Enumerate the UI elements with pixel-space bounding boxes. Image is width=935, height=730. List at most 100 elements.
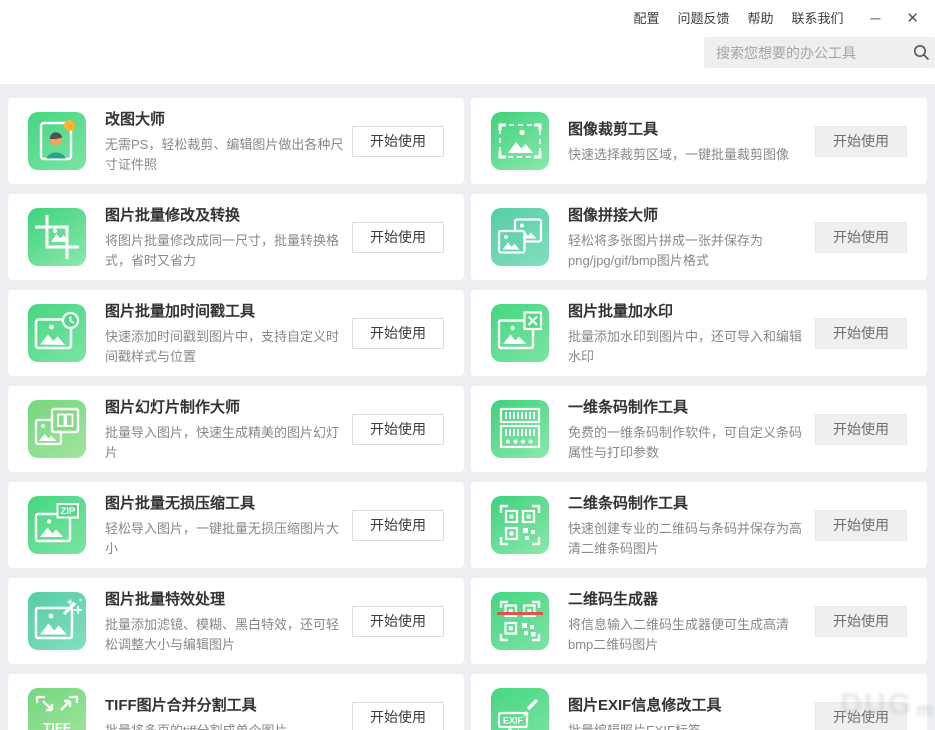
tool-title: 图像拼接大师 xyxy=(568,204,807,225)
tool-card: 图像裁剪工具 快速选择裁剪区域，一键批量裁剪图像 开始使用 xyxy=(471,98,927,184)
tool-card: 二维码生成器 将信息输入二维码生成器便可生成高清bmp二维码图片 开始使用 xyxy=(471,578,927,664)
start-button[interactable]: 开始使用 xyxy=(815,318,907,349)
minimize-button[interactable]: ─ xyxy=(861,6,891,30)
svg-text:EXIF: EXIF xyxy=(503,716,524,726)
tool-desc: 轻松导入图片，一键批量无损压缩图片大小 xyxy=(105,519,344,559)
tool-info: 图片批量加水印 批量添加水印到图片中，还可导入和编辑水印 xyxy=(568,300,807,367)
tool-desc: 无需PS，轻松裁剪、编辑图片做出各种尺寸证件照 xyxy=(105,135,344,175)
menu-item-config[interactable]: 配置 xyxy=(624,3,668,32)
tool-title: 图片EXIF信息修改工具 xyxy=(568,694,807,715)
tool-info: 图像拼接大师 轻松将多张图片拼成一张并保存为png/jpg/gif/bmp图片格… xyxy=(568,204,807,271)
slideshow-icon xyxy=(28,400,86,458)
start-button[interactable]: 开始使用 xyxy=(815,222,907,253)
tool-title: 图片批量加水印 xyxy=(568,300,807,321)
zip-compress-icon: ZIP xyxy=(28,496,86,554)
start-button[interactable]: 开始使用 xyxy=(815,702,907,730)
tool-title: 图片幻灯片制作大师 xyxy=(105,396,344,417)
start-button[interactable]: 开始使用 xyxy=(352,318,444,349)
tool-card: ZIP 图片批量无损压缩工具 轻松导入图片，一键批量无损压缩图片大小 开始使用 xyxy=(8,482,464,568)
tools-grid: 改图大师 无需PS，轻松裁剪、编辑图片做出各种尺寸证件照 开始使用 图像裁剪工具… xyxy=(8,98,927,730)
tool-card: TIFF TIFF图片合并分割工具 批量将多页的tiff分割成单个图片 开始使用 xyxy=(8,674,464,730)
barcode-icon xyxy=(491,400,549,458)
tool-info: TIFF图片合并分割工具 批量将多页的tiff分割成单个图片 xyxy=(105,694,344,730)
tool-desc: 快速创建专业的二维码与条码并保存为高清二维条码图片 xyxy=(568,519,807,559)
close-button[interactable]: ✕ xyxy=(896,5,929,31)
tool-title: 图片批量修改及转换 xyxy=(105,204,344,225)
exif-edit-icon: EXIF xyxy=(491,688,549,730)
tool-card: 图片批量特效处理 批量添加滤镜、模糊、黑白特效，还可轻松调整大小与编辑图片 开始… xyxy=(8,578,464,664)
tool-title: 改图大师 xyxy=(105,108,344,129)
start-button[interactable]: 开始使用 xyxy=(352,414,444,445)
start-button[interactable]: 开始使用 xyxy=(815,606,907,637)
id-photo-icon xyxy=(28,112,86,170)
start-button[interactable]: 开始使用 xyxy=(352,126,444,157)
qrcode-barcode-icon xyxy=(491,496,549,554)
title-bar: 配置 问题反馈 帮助 联系我们 ─ ✕ xyxy=(0,0,935,84)
tool-title: 图像裁剪工具 xyxy=(568,118,807,139)
start-button[interactable]: 开始使用 xyxy=(352,510,444,541)
tool-card: 一维条码制作工具 免费的一维条码制作软件，可自定义条码属性与打印参数 开始使用 xyxy=(471,386,927,472)
tool-card: 图片批量修改及转换 将图片批量修改成同一尺寸，批量转换格式，省时又省力 开始使用 xyxy=(8,194,464,280)
tool-info: 图片批量加时间戳工具 快速添加时间戳到图片中，支持自定义时间戳样式与位置 xyxy=(105,300,344,367)
menu-item-help[interactable]: 帮助 xyxy=(738,3,782,32)
tool-desc: 批量添加滤镜、模糊、黑白特效，还可轻松调整大小与编辑图片 xyxy=(105,615,344,655)
start-button[interactable]: 开始使用 xyxy=(352,222,444,253)
start-button[interactable]: 开始使用 xyxy=(352,702,444,730)
svg-text:ZIP: ZIP xyxy=(61,506,76,517)
start-button[interactable]: 开始使用 xyxy=(352,606,444,637)
stitch-images-icon xyxy=(491,208,549,266)
tool-desc: 将信息输入二维码生成器便可生成高清bmp二维码图片 xyxy=(568,615,807,655)
menu-item-feedback[interactable]: 问题反馈 xyxy=(668,3,738,32)
start-button[interactable]: 开始使用 xyxy=(815,414,907,445)
tool-desc: 轻松将多张图片拼成一张并保存为png/jpg/gif/bmp图片格式 xyxy=(568,231,807,271)
menu-row: 配置 问题反馈 帮助 联系我们 ─ ✕ xyxy=(624,3,929,32)
tool-title: 一维条码制作工具 xyxy=(568,396,807,417)
tool-desc: 批量添加水印到图片中，还可导入和编辑水印 xyxy=(568,327,807,367)
tool-card: 图片幻灯片制作大师 批量导入图片，快速生成精美的图片幻灯片 开始使用 xyxy=(8,386,464,472)
search-icon[interactable] xyxy=(907,44,935,61)
tool-info: 图片EXIF信息修改工具 批量编辑照片EXIF标签 xyxy=(568,694,807,730)
tool-card: 图片批量加时间戳工具 快速添加时间戳到图片中，支持自定义时间戳样式与位置 开始使… xyxy=(8,290,464,376)
tool-card: 图像拼接大师 轻松将多张图片拼成一张并保存为png/jpg/gif/bmp图片格… xyxy=(471,194,927,280)
search-input[interactable] xyxy=(704,37,907,68)
menu-item-contact[interactable]: 联系我们 xyxy=(782,3,852,32)
tool-title: 二维码生成器 xyxy=(568,588,807,609)
timestamp-icon xyxy=(28,304,86,362)
tool-info: 改图大师 无需PS，轻松裁剪、编辑图片做出各种尺寸证件照 xyxy=(105,108,344,175)
tool-desc: 快速选择裁剪区域，一键批量裁剪图像 xyxy=(568,145,807,165)
svg-text:TIFF: TIFF xyxy=(43,720,70,730)
tool-info: 图片批量无损压缩工具 轻松导入图片，一键批量无损压缩图片大小 xyxy=(105,492,344,559)
tool-title: 图片批量加时间戳工具 xyxy=(105,300,344,321)
tool-card: 改图大师 无需PS，轻松裁剪、编辑图片做出各种尺寸证件照 开始使用 xyxy=(8,98,464,184)
tool-title: 图片批量特效处理 xyxy=(105,588,344,609)
tool-card: EXIF 图片EXIF信息修改工具 批量编辑照片EXIF标签 开始使用 xyxy=(471,674,927,730)
start-button[interactable]: 开始使用 xyxy=(815,510,907,541)
tool-desc: 批量导入图片，快速生成精美的图片幻灯片 xyxy=(105,423,344,463)
tool-desc: 免费的一维条码制作软件，可自定义条码属性与打印参数 xyxy=(568,423,807,463)
tiff-split-icon: TIFF xyxy=(28,688,86,730)
tool-desc: 批量将多页的tiff分割成单个图片 xyxy=(105,721,344,730)
resize-convert-icon xyxy=(28,208,86,266)
tool-desc: 将图片批量修改成同一尺寸，批量转换格式，省时又省力 xyxy=(105,231,344,271)
tool-title: 图片批量无损压缩工具 xyxy=(105,492,344,513)
watermark-icon xyxy=(491,304,549,362)
tool-desc: 批量编辑照片EXIF标签 xyxy=(568,721,807,730)
tool-info: 图片幻灯片制作大师 批量导入图片，快速生成精美的图片幻灯片 xyxy=(105,396,344,463)
effects-icon xyxy=(28,592,86,650)
tool-card: 图片批量加水印 批量添加水印到图片中，还可导入和编辑水印 开始使用 xyxy=(471,290,927,376)
tool-info: 二维条码制作工具 快速创建专业的二维码与条码并保存为高清二维条码图片 xyxy=(568,492,807,559)
tool-info: 图像裁剪工具 快速选择裁剪区域，一键批量裁剪图像 xyxy=(568,118,807,165)
tool-info: 图片批量修改及转换 将图片批量修改成同一尺寸，批量转换格式，省时又省力 xyxy=(105,204,344,271)
tool-card: 二维条码制作工具 快速创建专业的二维码与条码并保存为高清二维条码图片 开始使用 xyxy=(471,482,927,568)
tool-desc: 快速添加时间戳到图片中，支持自定义时间戳样式与位置 xyxy=(105,327,344,367)
search-bar xyxy=(704,37,935,68)
tool-title: TIFF图片合并分割工具 xyxy=(105,694,344,715)
tool-title: 二维条码制作工具 xyxy=(568,492,807,513)
crop-image-icon xyxy=(491,112,549,170)
start-button[interactable]: 开始使用 xyxy=(815,126,907,157)
tools-panel: 改图大师 无需PS，轻松裁剪、编辑图片做出各种尺寸证件照 开始使用 图像裁剪工具… xyxy=(0,84,935,730)
tool-info: 图片批量特效处理 批量添加滤镜、模糊、黑白特效，还可轻松调整大小与编辑图片 xyxy=(105,588,344,655)
qrcode-generator-icon xyxy=(491,592,549,650)
tool-info: 二维码生成器 将信息输入二维码生成器便可生成高清bmp二维码图片 xyxy=(568,588,807,655)
tool-info: 一维条码制作工具 免费的一维条码制作软件，可自定义条码属性与打印参数 xyxy=(568,396,807,463)
